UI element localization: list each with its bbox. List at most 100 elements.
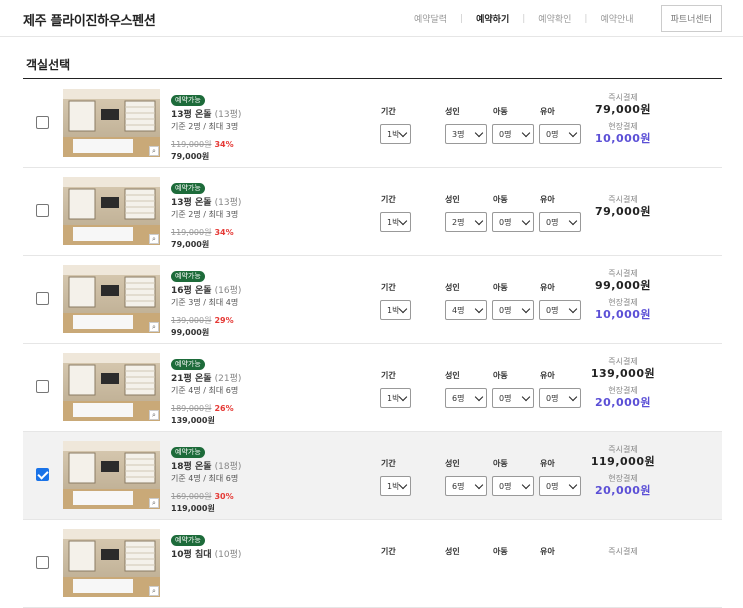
room-row: ⌕ 예약가능 16평 온돌 (16평) 기준 3명 / 최대 4명 139,00…	[23, 256, 722, 344]
child-select[interactable]: 0명	[492, 124, 534, 144]
nights-label: 기간	[381, 107, 396, 116]
child-select[interactable]: 0명	[492, 388, 534, 408]
room-name-line[interactable]: 10평 침대 (10평)	[171, 550, 241, 561]
room-name-line[interactable]: 21평 온돌 (21평)	[171, 374, 241, 385]
room-capacity: 기준 2명 / 최대 3명	[171, 122, 239, 131]
section-divider	[23, 78, 722, 79]
room-select-checkbox[interactable]	[36, 292, 49, 305]
chevron-down-icon	[521, 216, 531, 226]
room-photo[interactable]: ⌕	[63, 529, 160, 597]
chevron-down-icon	[398, 392, 408, 402]
zoom-icon[interactable]: ⌕	[149, 410, 159, 420]
instant-pay-amount: 79,000원	[594, 103, 652, 116]
adult-select[interactable]: 6명	[445, 476, 487, 496]
onsite-pay-amount: 10,000원	[594, 308, 652, 321]
nav-check[interactable]: 예약확인	[525, 12, 584, 25]
availability-badge: 예약가능	[171, 359, 205, 370]
instant-pay-label: 즉시결제	[608, 195, 638, 204]
availability-badge: 예약가능	[171, 535, 205, 546]
room-row: ⌕ 예약가능 13평 온돌 (13평) 기준 2명 / 최대 3명 119,00…	[23, 168, 722, 256]
availability-badge: 예약가능	[171, 447, 205, 458]
infant-label: 유아	[540, 547, 555, 556]
sale-price: 99,000원	[171, 328, 210, 337]
adult-select[interactable]: 6명	[445, 388, 487, 408]
infant-select[interactable]: 0명	[539, 300, 581, 320]
chevron-down-icon	[474, 304, 484, 314]
child-select[interactable]: 0명	[492, 212, 534, 232]
nights-label: 기간	[381, 371, 396, 380]
room-row: ⌕ 예약가능 13평 온돌 (13평) 기준 2명 / 최대 3명 119,00…	[23, 80, 722, 168]
infant-label: 유아	[540, 283, 555, 292]
adult-label: 성인	[445, 283, 460, 292]
child-select-value: 0명	[499, 217, 512, 227]
chevron-down-icon	[568, 216, 578, 226]
room-capacity: 기준 3명 / 최대 4명	[171, 298, 239, 307]
child-select[interactable]: 0명	[492, 476, 534, 496]
availability-badge: 예약가능	[171, 183, 205, 194]
room-photo[interactable]: ⌕	[63, 177, 160, 245]
original-price: 139,000원	[171, 316, 212, 325]
room-photo[interactable]: ⌕	[63, 89, 160, 157]
nights-select[interactable]: 1박	[380, 212, 411, 232]
infant-select[interactable]: 0명	[539, 476, 581, 496]
adult-select[interactable]: 4명	[445, 300, 487, 320]
room-select-checkbox[interactable]	[36, 468, 49, 481]
adult-select[interactable]: 2명	[445, 212, 487, 232]
sale-price: 119,000원	[171, 504, 215, 513]
nights-label: 기간	[381, 195, 396, 204]
room-name-line[interactable]: 18평 온돌 (18평)	[171, 462, 241, 473]
nights-label: 기간	[381, 283, 396, 292]
room-name-line[interactable]: 16평 온돌 (16평)	[171, 286, 241, 297]
adult-label: 성인	[445, 371, 460, 380]
room-name-line[interactable]: 13평 온돌 (13평)	[171, 198, 241, 209]
original-price: 189,000원	[171, 404, 212, 413]
infant-select[interactable]: 0명	[539, 124, 581, 144]
site-brand[interactable]: 제주 플라이진하우스펜션	[23, 10, 156, 29]
instant-pay-label: 즉시결제	[608, 93, 638, 102]
nights-select[interactable]: 1박	[380, 476, 411, 496]
adult-select[interactable]: 3명	[445, 124, 487, 144]
zoom-icon[interactable]: ⌕	[149, 234, 159, 244]
onsite-pay-label: 현장결제	[608, 386, 638, 395]
adult-label: 성인	[445, 195, 460, 204]
nights-select[interactable]: 1박	[380, 388, 411, 408]
room-row: ⌕ 예약가능 21평 온돌 (21평) 기준 4명 / 최대 6명 189,00…	[23, 344, 722, 432]
room-size: (13평)	[214, 110, 242, 120]
nav-reserve[interactable]: 예약하기	[463, 12, 522, 25]
nav-calendar[interactable]: 예약달력	[401, 12, 460, 25]
room-name-line[interactable]: 13평 온돌 (13평)	[171, 110, 241, 121]
nights-select-value: 1박	[387, 217, 400, 227]
chevron-down-icon	[521, 128, 531, 138]
child-select[interactable]: 0명	[492, 300, 534, 320]
infant-select[interactable]: 0명	[539, 388, 581, 408]
child-select-value: 0명	[499, 481, 512, 491]
infant-label: 유아	[540, 107, 555, 116]
infant-select-value: 0명	[546, 481, 559, 491]
zoom-icon[interactable]: ⌕	[149, 146, 159, 156]
infant-select[interactable]: 0명	[539, 212, 581, 232]
nav-guide[interactable]: 예약안내	[587, 12, 646, 25]
discount-rate: 34%	[214, 140, 234, 149]
room-photo[interactable]: ⌕	[63, 265, 160, 333]
room-select-checkbox[interactable]	[36, 116, 49, 129]
child-label: 아동	[493, 459, 508, 468]
room-select-checkbox[interactable]	[36, 204, 49, 217]
partner-center-button[interactable]: 파트너센터	[660, 5, 722, 32]
room-info: 예약가능 13평 온돌 (13평) 기준 2명 / 최대 3명 119,000원…	[171, 87, 241, 162]
zoom-icon[interactable]: ⌕	[149, 498, 159, 508]
adult-select-value: 3명	[452, 129, 465, 139]
nights-select-value: 1박	[387, 393, 400, 403]
discount-rate: 26%	[214, 404, 234, 413]
onsite-pay-amount: 20,000원	[594, 484, 652, 497]
onsite-pay-amount: 20,000원	[594, 396, 652, 409]
nights-select[interactable]: 1박	[380, 124, 411, 144]
instant-pay-label: 즉시결제	[608, 269, 638, 278]
room-photo[interactable]: ⌕	[63, 353, 160, 421]
instant-pay-label: 즉시결제	[608, 357, 638, 366]
zoom-icon[interactable]: ⌕	[149, 586, 159, 596]
zoom-icon[interactable]: ⌕	[149, 322, 159, 332]
nights-select[interactable]: 1박	[380, 300, 411, 320]
room-name: 13평 온돌	[171, 110, 212, 120]
room-photo[interactable]: ⌕	[63, 441, 160, 509]
room-select-checkbox[interactable]	[36, 380, 49, 393]
